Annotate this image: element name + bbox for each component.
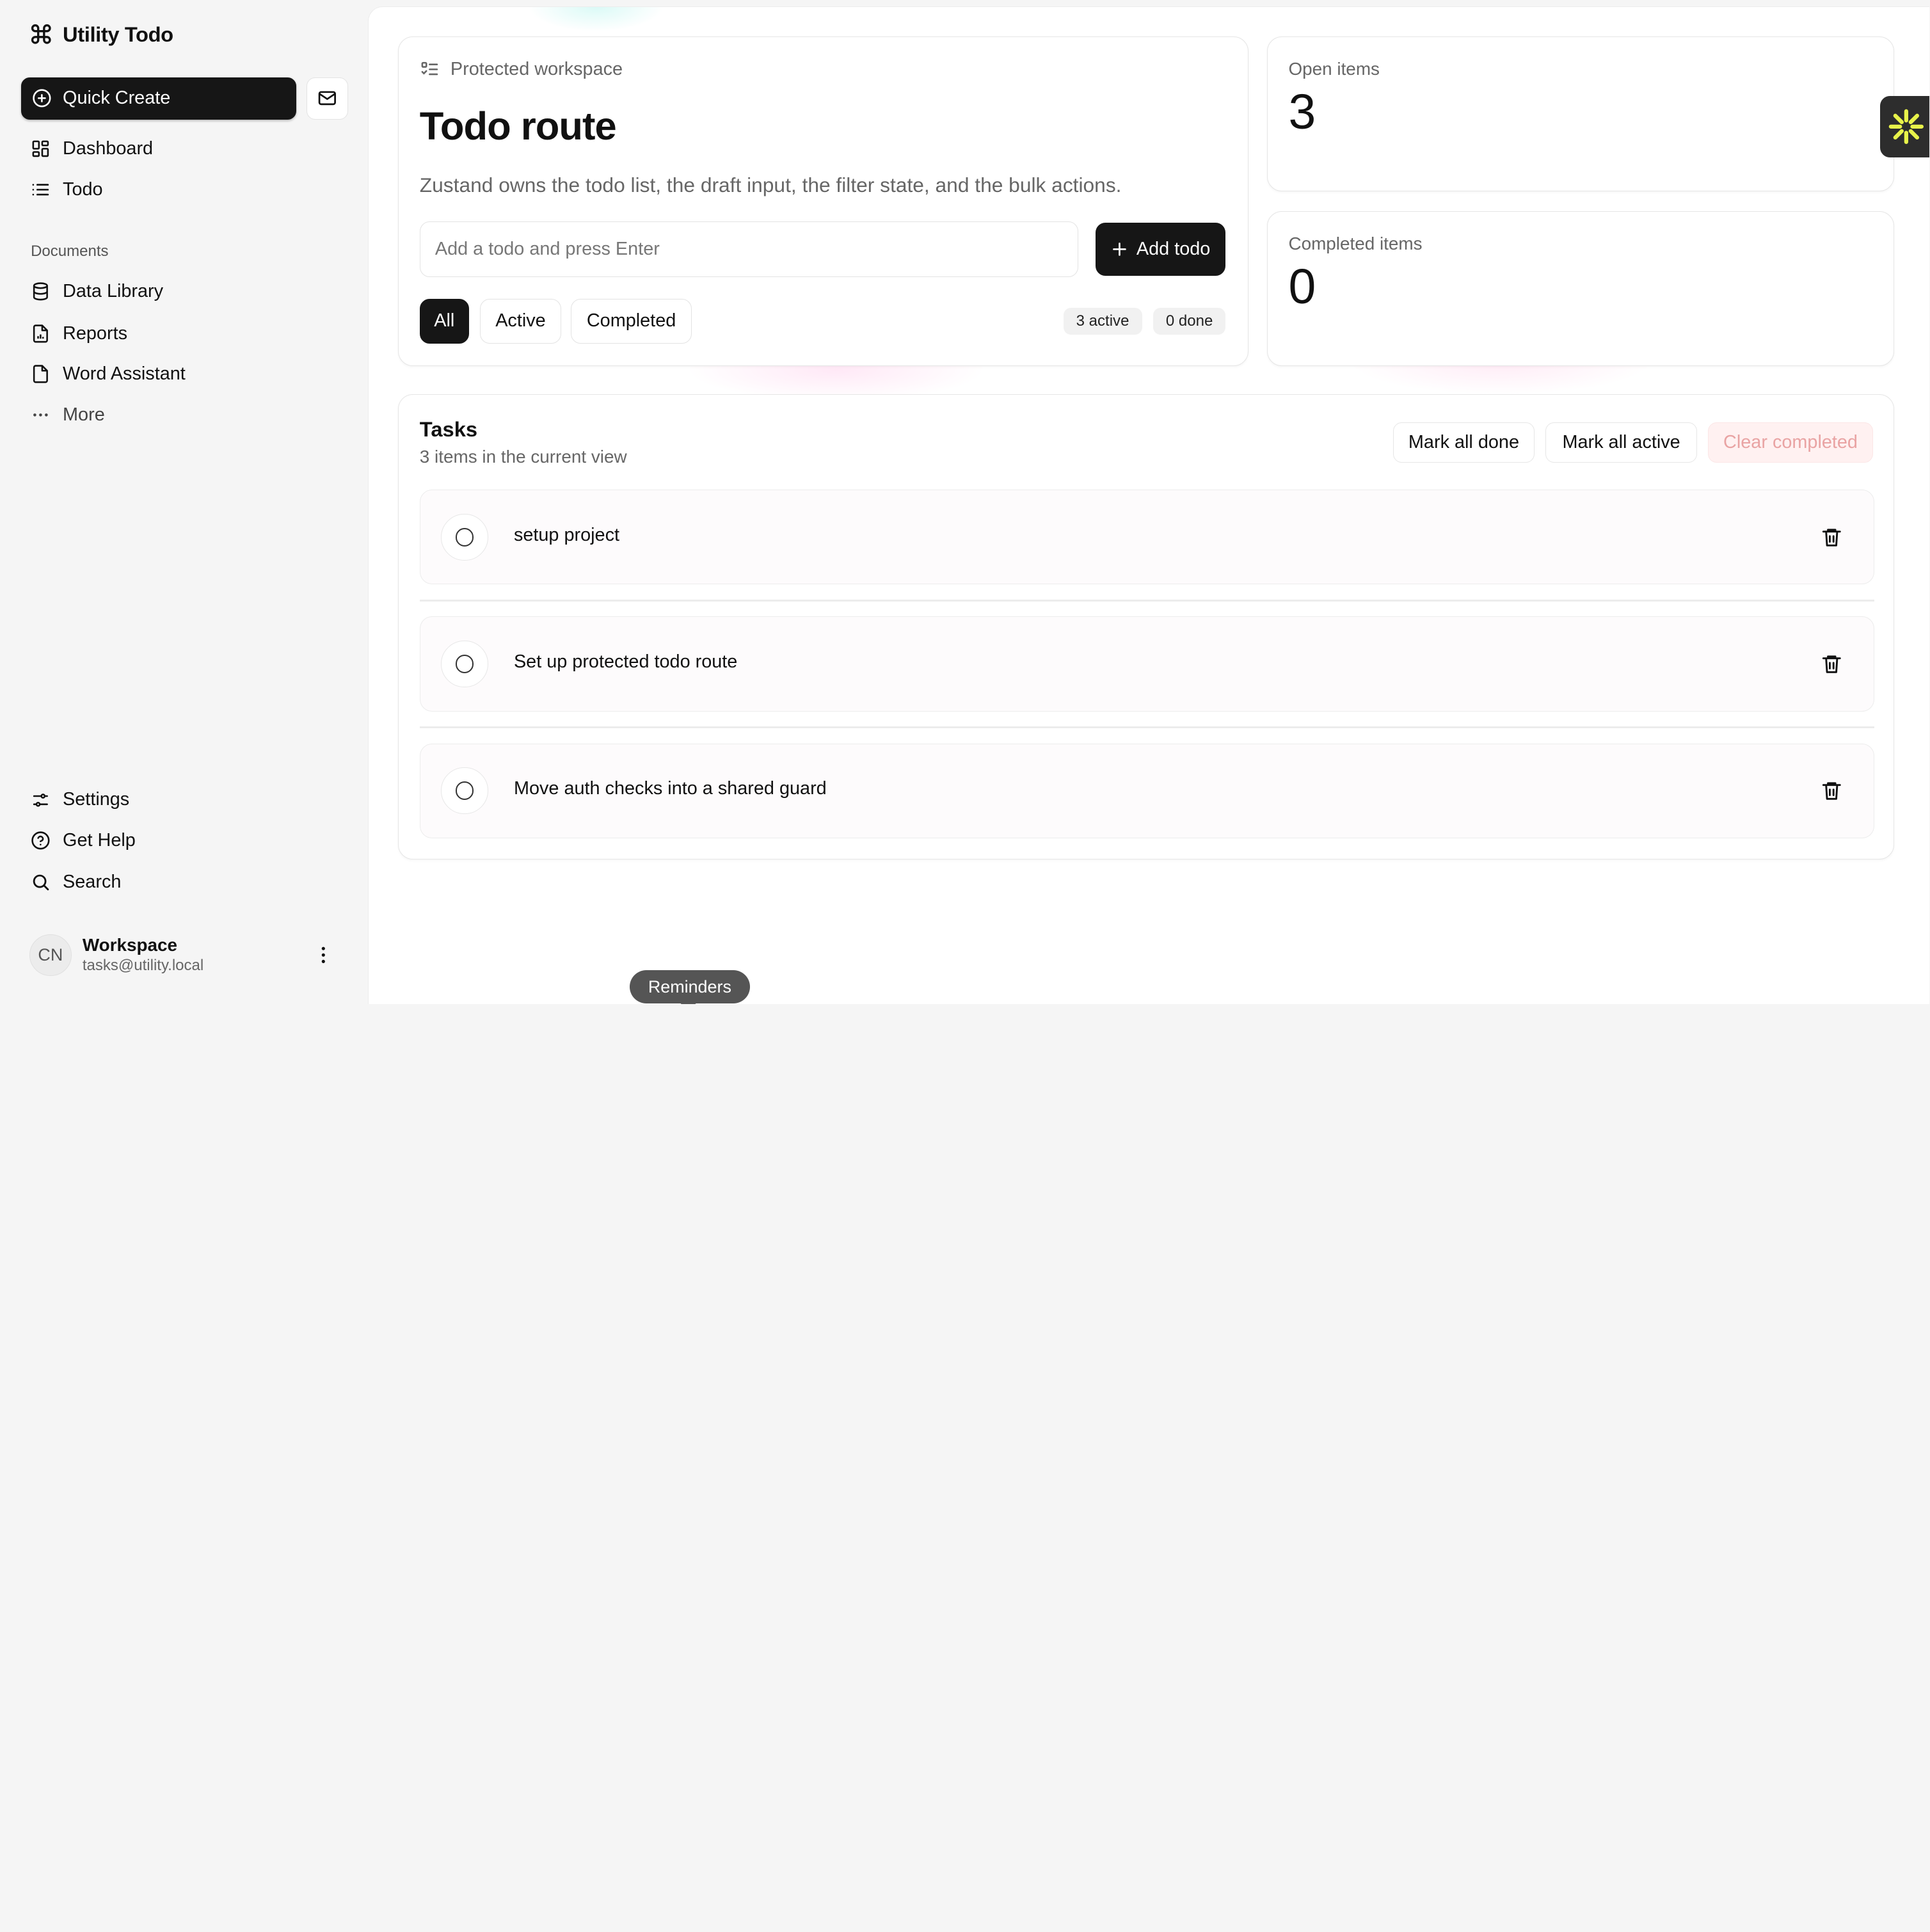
- circle-icon: [455, 528, 474, 547]
- done-count-badge: 0 done: [1152, 307, 1226, 335]
- user-menu[interactable]: CN Workspace tasks@utility.local: [29, 930, 349, 980]
- add-todo-label: Add todo: [1136, 238, 1211, 259]
- task-text: Move auth checks into a shared guard: [513, 778, 827, 799]
- sidebar-item-label: Settings: [63, 789, 130, 810]
- completed-items-value: 0: [1288, 259, 1316, 314]
- clear-completed-button[interactable]: Clear completed: [1708, 422, 1873, 463]
- workspace-eyebrow: Protected workspace: [420, 59, 623, 80]
- app: Utility Todo Quick Create Dashboard Todo: [0, 0, 1930, 1005]
- active-count-badge: 3 active: [1063, 307, 1142, 335]
- filter-all-button[interactable]: All: [419, 299, 469, 344]
- avatar: CN: [29, 934, 72, 976]
- dashboard-icon: [32, 140, 49, 157]
- sidebar-item-data-library[interactable]: Data Library: [31, 278, 163, 305]
- sidebar-item-dashboard[interactable]: Dashboard: [31, 136, 153, 163]
- sidebar-item-get-help[interactable]: Get Help: [31, 827, 136, 854]
- add-todo-button[interactable]: Add todo: [1095, 223, 1226, 276]
- assistant-widget-button[interactable]: [1880, 95, 1930, 158]
- quick-create-button[interactable]: Quick Create: [20, 77, 297, 120]
- brand[interactable]: Utility Todo: [29, 22, 173, 47]
- report-icon: [33, 324, 48, 343]
- sidebar-item-todo[interactable]: Todo: [31, 176, 103, 203]
- more-vertical-icon[interactable]: [312, 944, 335, 966]
- reminders-tooltip: Reminders: [629, 970, 751, 1004]
- inbox-button[interactable]: [306, 77, 349, 120]
- filter-active-button[interactable]: Active: [480, 299, 561, 344]
- sidebar-item-settings[interactable]: Settings: [31, 786, 129, 813]
- tasks-card: Tasks 3 items in the current view Mark a…: [398, 394, 1895, 860]
- row-divider: [419, 599, 1874, 602]
- sidebar: Utility Todo Quick Create Dashboard Todo: [0, 0, 367, 1005]
- settings-icon: [33, 793, 48, 807]
- sidebar-item-more[interactable]: More: [31, 401, 105, 428]
- task-row: Move auth checks into a shared guard: [419, 743, 1874, 838]
- command-icon: [31, 24, 51, 44]
- new-todo-input[interactable]: [419, 221, 1078, 277]
- background-glow: [528, 6, 664, 32]
- task-text: setup project: [513, 525, 619, 546]
- circle-icon: [455, 655, 474, 673]
- documents-section-label: Documents: [31, 242, 109, 260]
- sidebar-item-label: Dashboard: [63, 138, 154, 159]
- tasks-subtitle: 3 items in the current view: [419, 447, 627, 467]
- more-horizontal-icon: [33, 413, 48, 417]
- page-description: Zustand owns the todo list, the draft in…: [419, 173, 1122, 197]
- database-icon: [33, 282, 48, 301]
- completed-items-card: Completed items 0: [1266, 211, 1895, 367]
- open-items-card: Open items 3: [1266, 36, 1895, 192]
- mark-all-active-button[interactable]: Mark all active: [1545, 422, 1697, 463]
- trash-icon[interactable]: [1821, 653, 1843, 675]
- sidebar-item-search[interactable]: Search: [31, 869, 121, 896]
- list-checks-icon: [421, 62, 438, 76]
- sidebar-item-label: More: [63, 404, 105, 425]
- page-title: Todo route: [419, 104, 617, 148]
- plus-circle-icon: [33, 89, 51, 108]
- help-icon: [31, 831, 50, 850]
- todo-hero-card: Protected workspace Todo route Zustand o…: [398, 36, 1248, 367]
- open-items-label: Open items: [1288, 59, 1380, 79]
- mark-all-done-button[interactable]: Mark all done: [1392, 422, 1535, 463]
- task-row: Set up protected todo route: [419, 616, 1874, 712]
- user-info: Workspace tasks@utility.local: [83, 935, 203, 975]
- sidebar-item-label: Todo: [63, 179, 103, 200]
- user-email: tasks@utility.local: [82, 957, 204, 975]
- sidebar-item-reports[interactable]: Reports: [31, 320, 127, 347]
- eyebrow-label: Protected workspace: [450, 59, 623, 80]
- list-icon: [32, 184, 49, 196]
- sidebar-item-label: Reports: [63, 323, 127, 344]
- sidebar-item-word-assistant[interactable]: Word Assistant: [31, 360, 186, 387]
- plus-icon: [1112, 243, 1126, 256]
- sidebar-item-label: Word Assistant: [63, 363, 186, 385]
- sidebar-item-label: Search: [63, 872, 122, 893]
- circle-icon: [455, 781, 474, 801]
- task-toggle-checkbox[interactable]: [441, 513, 488, 561]
- trash-icon[interactable]: [1821, 526, 1843, 548]
- task-text: Set up protected todo route: [513, 651, 738, 673]
- main-content: Protected workspace Todo route Zustand o…: [367, 6, 1930, 1005]
- brand-name: Utility Todo: [63, 22, 173, 46]
- mail-icon: [318, 91, 337, 106]
- file-icon: [33, 365, 48, 383]
- task-toggle-checkbox[interactable]: [441, 767, 488, 815]
- sparkle-icon: [1888, 109, 1924, 145]
- search-icon: [33, 875, 49, 891]
- open-items-value: 3: [1288, 84, 1316, 140]
- task-row: setup project: [419, 490, 1874, 585]
- task-toggle-checkbox[interactable]: [441, 641, 488, 688]
- filter-completed-button[interactable]: Completed: [571, 299, 692, 344]
- sidebar-item-label: Get Help: [63, 829, 136, 850]
- sidebar-item-label: Data Library: [63, 281, 164, 302]
- quick-create-label: Quick Create: [63, 88, 171, 109]
- tasks-title: Tasks: [419, 417, 478, 441]
- row-divider: [419, 726, 1874, 729]
- user-name: Workspace: [82, 935, 178, 955]
- completed-items-label: Completed items: [1288, 234, 1423, 254]
- trash-icon[interactable]: [1821, 779, 1843, 802]
